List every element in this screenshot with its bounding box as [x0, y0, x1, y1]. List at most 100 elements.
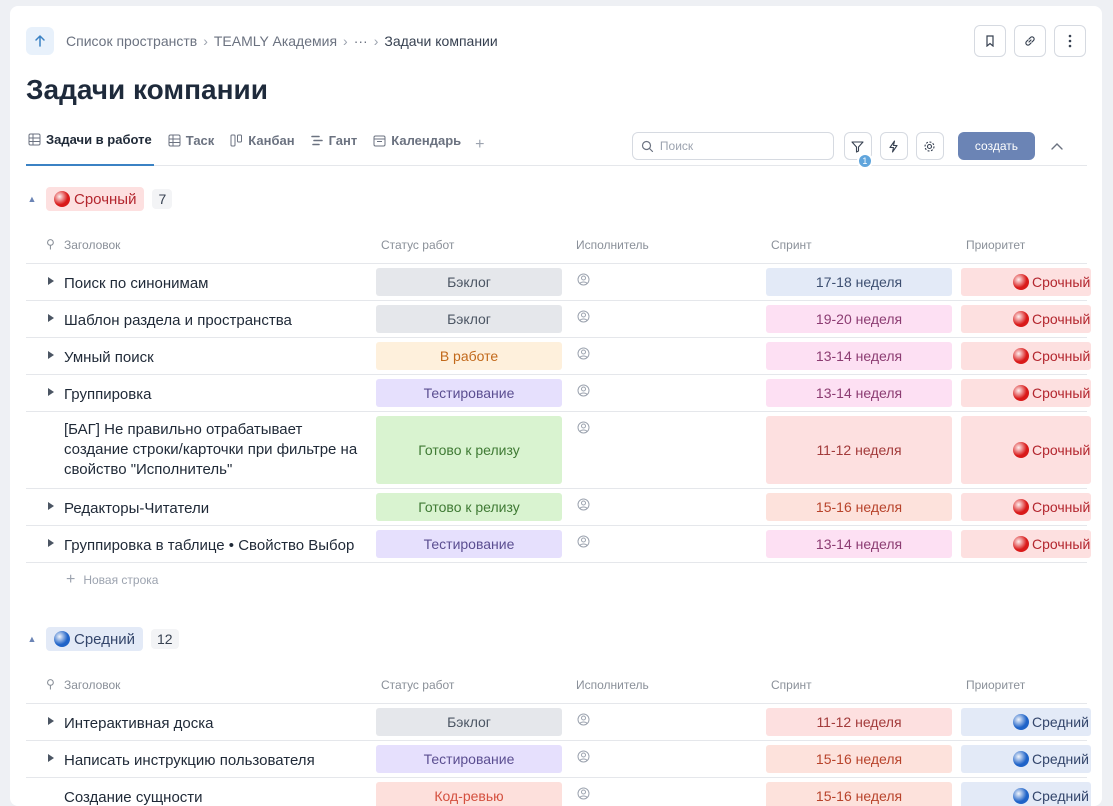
caret-up-icon[interactable]: ▲ [26, 634, 38, 644]
copy-link-button[interactable] [1014, 25, 1046, 57]
row-title[interactable]: Умный поиск [64, 348, 364, 368]
row-title[interactable]: [БАГ] Не правильно отрабатывает создание… [64, 420, 364, 480]
sprint-cell[interactable]: 15-16 неделя [766, 745, 952, 773]
column-header[interactable]: Исполнитель [576, 678, 649, 692]
sprint-cell[interactable]: 11-12 неделя [766, 416, 952, 484]
sprint-cell[interactable]: 19-20 неделя [766, 305, 952, 333]
status-cell[interactable]: Тестирование [376, 745, 562, 773]
sprint-cell[interactable]: 13-14 неделя [766, 530, 952, 558]
column-header[interactable]: Заголовок [64, 238, 120, 252]
status-cell[interactable]: Код-ревью [376, 782, 562, 806]
expand-triangle-icon[interactable] [48, 754, 54, 762]
assignee-avatar-icon[interactable] [577, 384, 590, 397]
priority-cell[interactable]: Средний [961, 708, 1091, 736]
priority-cell[interactable]: Срочный [961, 268, 1091, 296]
sprint-cell[interactable]: 15-16 неделя [766, 493, 952, 521]
sprint-cell[interactable]: 17-18 неделя [766, 268, 952, 296]
add-view-button[interactable]: + [475, 136, 484, 166]
breadcrumb-item-more[interactable]: ··· [354, 33, 368, 49]
assignee-avatar-icon[interactable] [577, 421, 590, 434]
column-header[interactable]: Исполнитель [576, 238, 649, 252]
table-row[interactable]: Умный поиск В работе 13-14 неделя Срочный [26, 338, 1091, 375]
table-row[interactable]: Шаблон раздела и пространства Бэклог 19-20… [26, 301, 1091, 338]
assignee-avatar-icon[interactable] [577, 713, 590, 726]
priority-cell[interactable]: Средний [961, 745, 1091, 773]
status-cell[interactable]: Бэклог [376, 305, 562, 333]
expand-triangle-icon[interactable] [48, 314, 54, 322]
status-cell[interactable]: Готово к релизу [376, 416, 562, 484]
table-row[interactable]: Редакторы-Читатели Готово к релизу 15-16 н… [26, 489, 1091, 526]
expand-triangle-icon[interactable] [48, 539, 54, 547]
expand-triangle-icon[interactable] [48, 502, 54, 510]
column-header[interactable]: Приоритет [966, 678, 1025, 692]
assignee-avatar-icon[interactable] [577, 273, 590, 286]
table-row[interactable]: Создание сущности Код-ревью 15-16 неделя Ср… [26, 778, 1091, 806]
row-title[interactable]: Написать инструкцию пользователя [64, 751, 364, 771]
new-row-button[interactable]: + Новая строка [26, 563, 1087, 597]
priority-cell[interactable]: Срочный [961, 379, 1091, 407]
sprint-cell[interactable]: 13-14 неделя [766, 342, 952, 370]
status-cell[interactable]: Тестирование [376, 379, 562, 407]
assignee-avatar-icon[interactable] [577, 310, 590, 323]
column-header[interactable]: Спринт [771, 238, 812, 252]
expand-triangle-icon[interactable] [48, 717, 54, 725]
settings-button[interactable] [915, 132, 944, 160]
collapse-button[interactable] [1043, 132, 1071, 160]
automation-button[interactable] [879, 132, 908, 160]
tab-calendar[interactable]: Календарь [371, 126, 463, 166]
search-input[interactable] [659, 139, 820, 153]
tab-gantt[interactable]: Гант [309, 126, 360, 166]
priority-cell[interactable]: Срочный [961, 530, 1091, 558]
status-cell[interactable]: Бэклог [376, 708, 562, 736]
create-button[interactable]: создать [957, 132, 1035, 160]
breadcrumb-item-academy[interactable]: TEAMLY Академия [214, 33, 337, 49]
tab-task[interactable]: Таск [166, 126, 217, 166]
table-row[interactable]: Группировка в таблице • Свойство Выбор Те… [26, 526, 1091, 563]
more-menu-button[interactable] [1054, 25, 1086, 57]
bookmark-button[interactable] [974, 25, 1006, 57]
status-cell[interactable]: Бэклог [376, 268, 562, 296]
priority-cell[interactable]: Срочный [961, 305, 1091, 333]
priority-cell[interactable]: Срочный [961, 416, 1091, 484]
column-header[interactable]: Спринт [771, 678, 812, 692]
tab-kanban[interactable]: Канбан [228, 126, 296, 166]
column-header[interactable]: Заголовок [64, 678, 120, 692]
status-cell[interactable]: Готово к релизу [376, 493, 562, 521]
assignee-avatar-icon[interactable] [577, 347, 590, 360]
go-up-button[interactable] [26, 27, 54, 55]
column-header[interactable]: Статус работ [381, 678, 454, 692]
table-row[interactable]: Поиск по синонимам Бэклог 17-18 неделя Сроч… [26, 264, 1091, 301]
table-row[interactable]: Интерактивная доска Бэклог 11-12 неделя Сре… [26, 704, 1091, 741]
search-box[interactable] [631, 132, 834, 160]
assignee-avatar-icon[interactable] [577, 750, 590, 763]
expand-triangle-icon[interactable] [48, 388, 54, 396]
row-title[interactable]: Группировка в таблице • Свойство Выбор [64, 536, 364, 556]
priority-cell[interactable]: Срочный [961, 342, 1091, 370]
breadcrumb-item-spaces[interactable]: Список пространств [66, 33, 197, 49]
status-cell[interactable]: Тестирование [376, 530, 562, 558]
row-title[interactable]: Создание сущности [64, 788, 364, 806]
table-row[interactable]: Группировка Тестирование 13-14 неделя Срочн… [26, 375, 1091, 412]
sprint-cell[interactable]: 13-14 неделя [766, 379, 952, 407]
sprint-cell[interactable]: 15-16 неделя [766, 782, 952, 806]
row-title[interactable]: Интерактивная доска [64, 714, 364, 734]
priority-cell[interactable]: Срочный [961, 493, 1091, 521]
caret-up-icon[interactable]: ▲ [26, 194, 38, 204]
sprint-cell[interactable]: 11-12 неделя [766, 708, 952, 736]
column-header[interactable]: Статус работ [381, 238, 454, 252]
filter-button[interactable]: 1 [843, 132, 873, 169]
column-header[interactable]: Приоритет [966, 238, 1025, 252]
assignee-avatar-icon[interactable] [577, 535, 590, 548]
expand-triangle-icon[interactable] [48, 351, 54, 359]
row-title[interactable]: Поиск по синонимам [64, 274, 364, 294]
assignee-avatar-icon[interactable] [577, 787, 590, 800]
table-row[interactable]: Написать инструкцию пользователя Тестиров… [26, 741, 1091, 778]
tab-tasks-in-progress[interactable]: Задачи в работе [26, 126, 154, 166]
row-title[interactable]: Редакторы-Читатели [64, 499, 364, 519]
expand-triangle-icon[interactable] [48, 277, 54, 285]
priority-cell[interactable]: Средний [961, 782, 1091, 806]
table-row[interactable]: [БАГ] Не правильно отрабатывает создание… [26, 412, 1091, 489]
row-title[interactable]: Группировка [64, 385, 364, 405]
row-title[interactable]: Шаблон раздела и пространства [64, 311, 364, 331]
status-cell[interactable]: В работе [376, 342, 562, 370]
